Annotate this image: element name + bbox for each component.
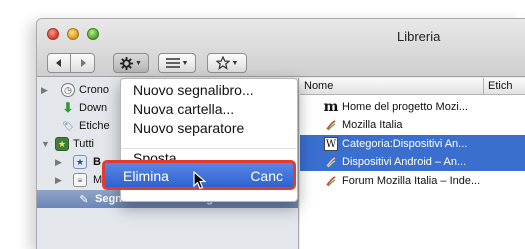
minimize-window-button[interactable] <box>67 28 79 40</box>
column-tags-header[interactable]: Etich <box>488 80 512 92</box>
column-name-header[interactable]: Nome <box>304 80 333 92</box>
menu-item-new-separator[interactable]: Nuovo separatore <box>133 120 244 136</box>
unsorted-bookmarks-icon: ✎ <box>79 193 89 206</box>
mouse-pointer-icon <box>193 171 207 190</box>
organize-button[interactable]: ▼ <box>113 53 149 73</box>
table-row[interactable]: Forum Mozilla Italia – Inde... <box>300 172 525 190</box>
gear-icon <box>120 56 134 70</box>
menu-item-new-bookmark[interactable]: Nuovo segnalibro... <box>133 82 254 98</box>
menu-item-delete-shortcut: Canc <box>250 168 283 184</box>
disclosure-triangle-icon[interactable]: ▶ <box>55 175 62 186</box>
sidebar-item-label: Etiche <box>79 120 110 132</box>
views-button[interactable]: ▼ <box>158 53 196 73</box>
row-label: Forum Mozilla Italia – Inde... <box>342 175 481 187</box>
bookmarks-menu-icon: ≡ <box>73 173 87 187</box>
forward-button[interactable] <box>71 53 95 73</box>
chevron-down-icon: ▼ <box>135 59 142 67</box>
row-label: Mozilla Italia <box>342 119 403 131</box>
sidebar-item-label: Tutti <box>73 138 94 150</box>
disclosure-triangle-icon[interactable]: ▶ <box>41 85 48 96</box>
disclosure-triangle-icon[interactable]: ▶ <box>55 157 62 168</box>
list-icon <box>165 58 180 68</box>
tag-icon: 🏷 <box>62 120 74 131</box>
mozilla-italia-icon <box>324 174 338 188</box>
window-title: Libreria <box>397 29 441 44</box>
wikipedia-w-icon: W <box>324 137 338 151</box>
download-arrow-icon: ⬇ <box>62 100 74 115</box>
mozilla-m-icon: m <box>323 99 339 115</box>
disclosure-triangle-open-icon[interactable]: ▼ <box>41 139 50 149</box>
table-row[interactable]: Dispositivi Android – An... <box>300 153 525 171</box>
sidebar-item-label: Crono <box>79 84 109 96</box>
menu-separator <box>121 148 297 149</box>
row-label: Categoria:Dispositivi An... <box>342 138 468 150</box>
forward-arrow-icon <box>80 59 86 67</box>
chevron-down-icon: ▼ <box>231 59 239 67</box>
history-clock-icon: ◷ <box>61 83 75 97</box>
star-import-icon <box>215 56 230 70</box>
chevron-down-icon: ▼ <box>181 59 189 67</box>
star-folder-icon: ★ <box>55 137 69 151</box>
sidebar-item-label: M <box>93 174 103 186</box>
menu-item-new-folder[interactable]: Nuova cartella... <box>133 101 234 117</box>
bookmarks-list: Nome Etich m Home del progetto Mozi... M… <box>300 78 525 249</box>
mozilla-italia-icon <box>324 155 338 169</box>
row-label: Home del progetto Mozi... <box>342 101 468 113</box>
titlebar: Libreria ▼ ▼ ▼ <box>37 19 525 77</box>
column-divider[interactable] <box>483 78 484 95</box>
column-header: Nome Etich <box>300 78 525 95</box>
close-window-button[interactable] <box>47 28 59 40</box>
back-arrow-icon <box>56 59 61 67</box>
sidebar-item-label: B <box>93 156 101 168</box>
import-backup-button[interactable]: ▼ <box>207 53 247 73</box>
table-row[interactable]: W Categoria:Dispositivi An... <box>300 135 525 153</box>
back-button[interactable] <box>47 53 71 73</box>
row-label: Dispositivi Android – An... <box>342 156 467 168</box>
bookmarks-toolbar-icon: ★ <box>73 155 87 169</box>
table-row[interactable]: m Home del progetto Mozi... <box>300 98 525 116</box>
mozilla-italia-icon <box>324 118 338 132</box>
sidebar-item-label: Down <box>79 102 108 114</box>
zoom-window-button[interactable] <box>87 28 99 40</box>
menu-item-delete-label: Elimina <box>123 168 169 184</box>
table-row[interactable]: Mozilla Italia <box>300 116 525 134</box>
